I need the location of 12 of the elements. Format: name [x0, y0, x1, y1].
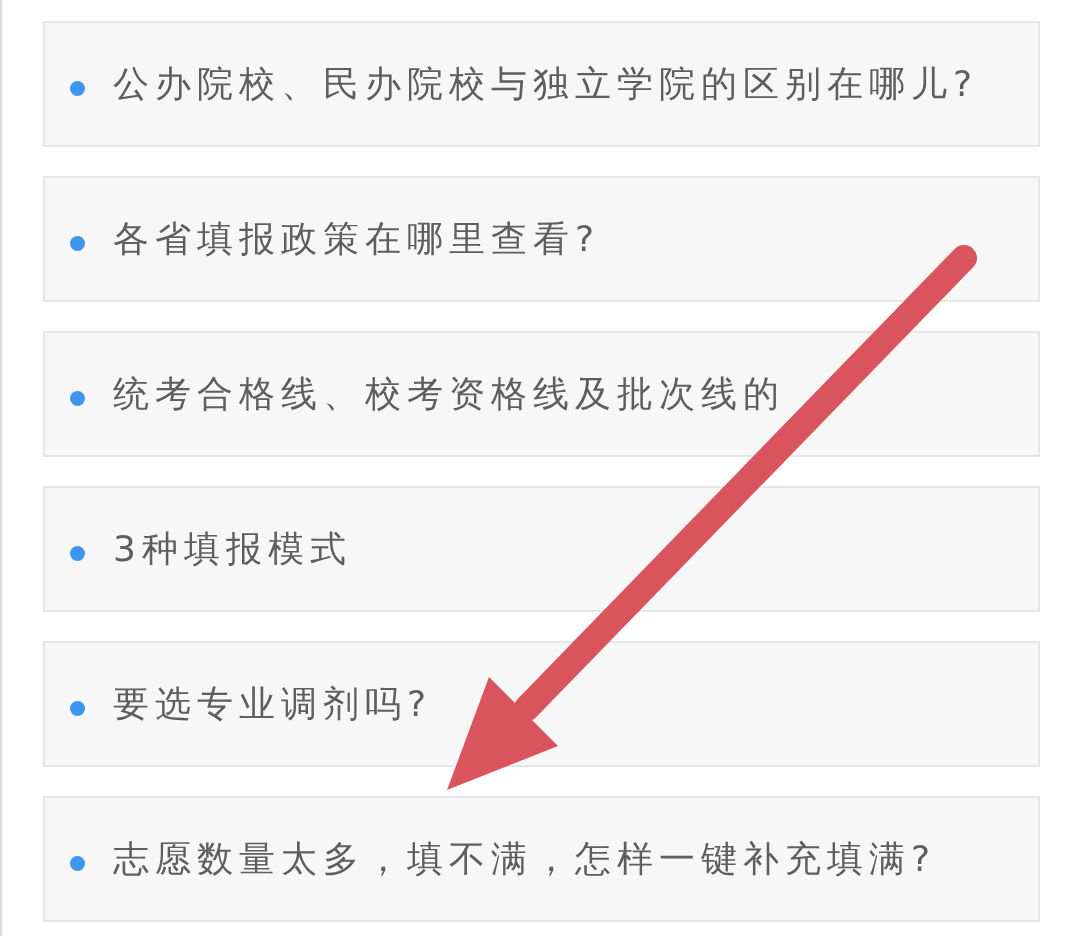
question-link[interactable]: 要选专业调剂吗?	[43, 641, 1040, 767]
bullet-dot-icon	[70, 390, 85, 406]
bullet-dot-icon	[70, 545, 85, 561]
question-link[interactable]: 3种填报模式	[43, 486, 1040, 612]
question-link[interactable]: 志愿数量太多，填不满，怎样一键补充填满?	[43, 796, 1040, 922]
bullet-dot-icon	[70, 80, 85, 96]
bullet-dot-icon	[70, 700, 85, 716]
question-link[interactable]: 公办院校、民办院校与独立学院的区别在哪儿?	[43, 21, 1040, 147]
bullet-dot-icon	[70, 855, 85, 871]
question-link[interactable]: 各省填报政策在哪里查看?	[43, 176, 1040, 302]
bullet-dot-icon	[70, 235, 85, 251]
question-link[interactable]: 统考合格线、校考资格线及批次线的	[43, 331, 1040, 457]
